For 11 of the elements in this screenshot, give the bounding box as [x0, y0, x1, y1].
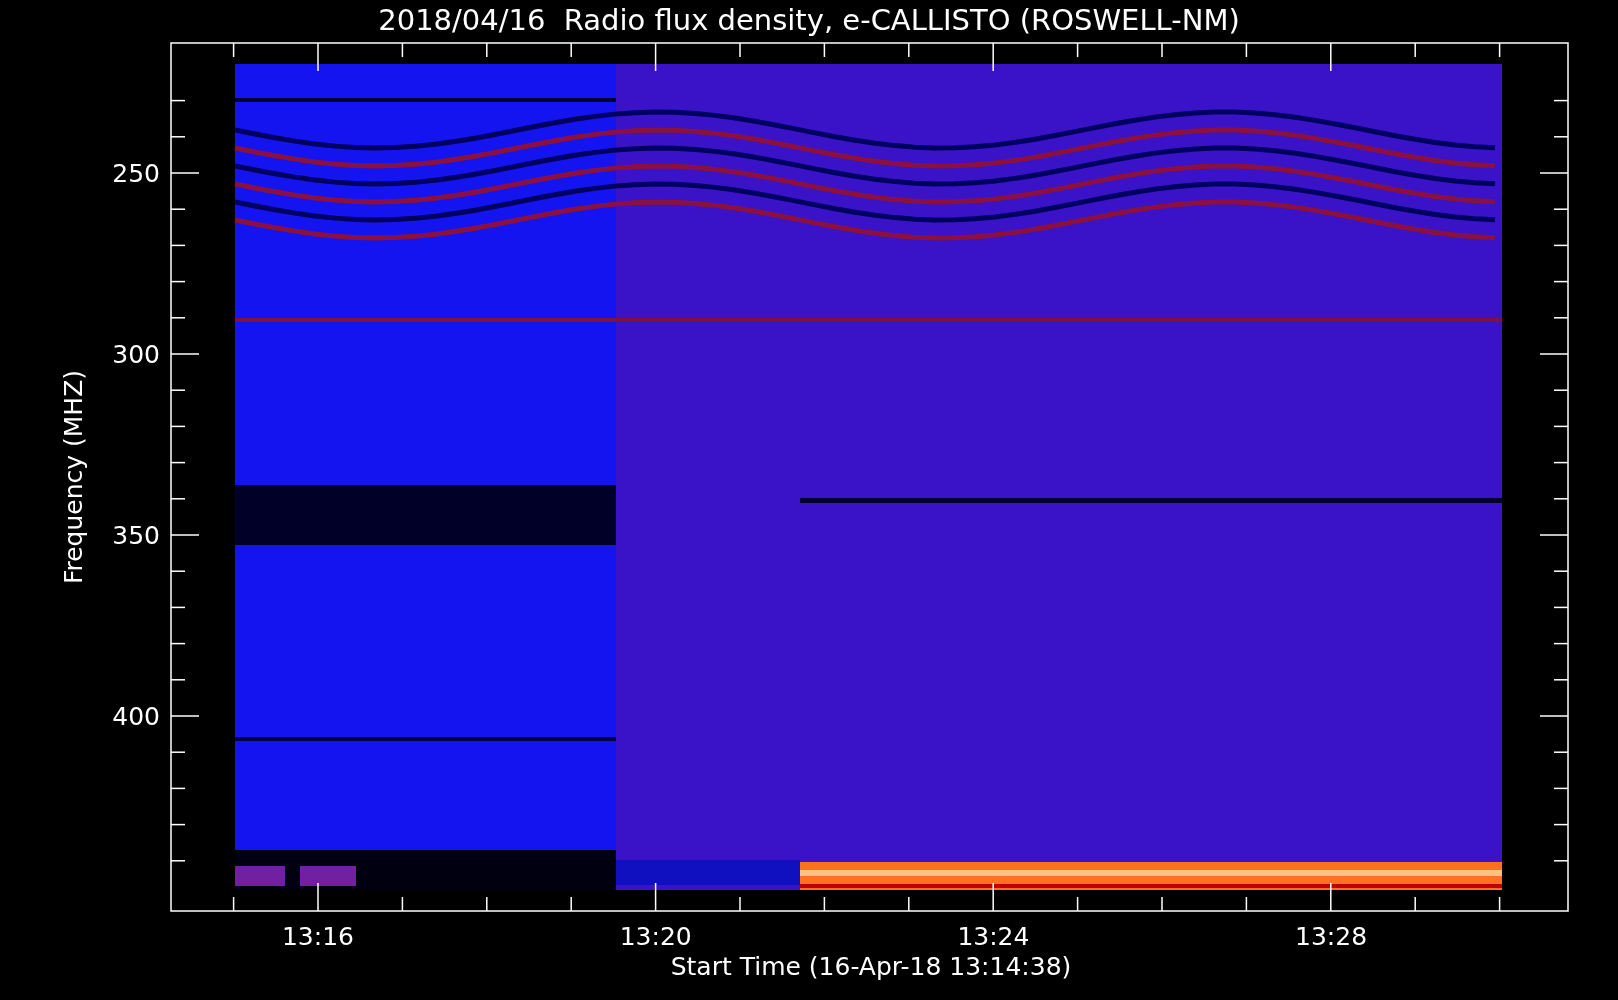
y-axis-label: Frequency (MHZ) [59, 369, 88, 585]
x-axis-label: Start Time (16-Apr-18 13:14:38) [670, 952, 1072, 981]
x-tick-label: 13:28 [1295, 922, 1368, 951]
x-tick-label: 13:16 [282, 922, 354, 951]
chart-title: 2018/04/16 Radio flux density, e-CALLISTO (ROSWELL-NM) [378, 3, 1240, 37]
y-tick-label: 400 [112, 702, 160, 731]
x-tick-label: 13:24 [957, 922, 1030, 951]
y-tick-label: 300 [112, 340, 160, 369]
y-tick-label: 250 [112, 159, 160, 188]
y-tick-label: 350 [112, 521, 160, 550]
x-tick-label: 13:20 [619, 922, 692, 951]
